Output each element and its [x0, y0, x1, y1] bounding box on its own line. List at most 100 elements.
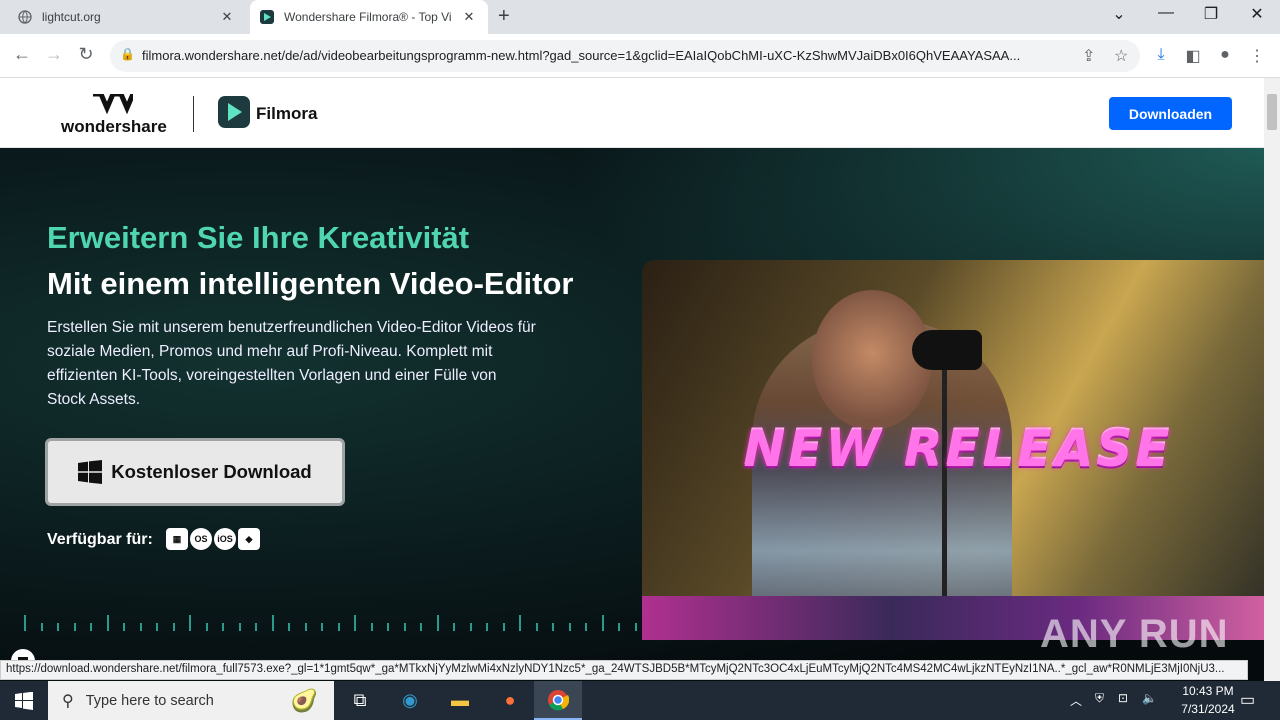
search-icon: ⚲ [62, 692, 74, 710]
equalizer-bar [106, 615, 109, 631]
security-icon[interactable]: ⛨ [1095, 691, 1104, 706]
menu-kebab-icon[interactable]: ⋮ [1246, 46, 1268, 66]
browser-tab-strip: lightcut.org ✕ Wondershare Filmora® - To… [0, 0, 1280, 34]
equalizer-bar [189, 615, 191, 631]
equalizer-bar [469, 623, 472, 631]
filmora-favicon-icon [260, 10, 274, 24]
equalizer-bar [387, 623, 389, 631]
equalizer-bar [502, 623, 505, 631]
windows-icon [78, 460, 103, 484]
back-button[interactable]: ← [10, 44, 34, 65]
network-icon[interactable]: ⊡ [1118, 691, 1128, 705]
notification-icon[interactable]: ▭ [1240, 690, 1255, 710]
equalizer-bar [634, 623, 637, 631]
anyrun-watermark: ANY RUN [1040, 612, 1229, 656]
equalizer-bar [337, 623, 340, 631]
microphone [912, 330, 982, 370]
chrome-icon[interactable] [534, 681, 582, 720]
hero-section: Erweitern Sie Ihre Kreativität Mit einem… [0, 148, 1264, 681]
ios-icon: iOS [214, 528, 236, 550]
downloads-icon[interactable]: ⤓ [1150, 46, 1172, 64]
minimize-button[interactable]: — [1151, 4, 1181, 22]
address-bar[interactable]: 🔒 filmora.wondershare.net/de/ad/videobea… [110, 40, 1140, 72]
audio-equalizer-decoration [0, 611, 640, 631]
download-button-label: Kostenloser Download [111, 461, 312, 482]
equalizer-bar [288, 623, 290, 631]
side-panel-icon[interactable]: ◧ [1182, 46, 1204, 66]
equalizer-bar [552, 623, 554, 631]
tab-search-icon[interactable]: ⌄ [1104, 4, 1134, 24]
page-scrollbar[interactable] [1264, 78, 1280, 681]
start-button[interactable] [0, 681, 48, 720]
close-window-button[interactable]: ✕ [1242, 4, 1272, 24]
status-bar-url: https://download.wondershare.net/filmora… [0, 660, 1248, 680]
task-view-icon[interactable]: ⧉ [336, 681, 384, 720]
new-tab-button[interactable]: + [498, 5, 510, 28]
reload-button[interactable]: ↻ [74, 44, 98, 65]
equalizer-bar [304, 623, 307, 631]
browser-toolbar: ← → ↻ 🔒 filmora.wondershare.net/de/ad/vi… [0, 34, 1280, 78]
android-icon: ◆ [238, 528, 260, 550]
equalizer-bar [585, 623, 587, 631]
equalizer-bar [271, 615, 274, 631]
equalizer-bar [73, 623, 76, 631]
close-tab-icon[interactable]: ✕ [460, 9, 478, 25]
hero-title-accent: Erweitern Sie Ihre Kreativität [47, 220, 470, 255]
equalizer-bar [601, 615, 604, 631]
site-header: wondershare Filmora Downloaden [0, 78, 1264, 148]
equalizer-bar [486, 623, 488, 631]
windows-logo-icon [15, 691, 33, 710]
free-download-button[interactable]: Kostenloser Download [45, 438, 345, 506]
search-placeholder: Type here to search [85, 692, 214, 709]
wondershare-logo-icon[interactable] [93, 94, 133, 114]
forward-button[interactable]: → [42, 44, 66, 65]
tab-title: Wondershare Filmora® - Top Vi [284, 10, 452, 24]
equalizer-bar [172, 623, 175, 631]
bookmark-star-icon[interactable]: ☆ [1114, 46, 1128, 66]
web-page: wondershare Filmora Downloaden Erweitern… [0, 78, 1264, 681]
avocado-search-highlight-icon: 🥑 [290, 687, 318, 713]
macos-icon: OS [190, 528, 212, 550]
clock-date[interactable]: 7/31/2024 [1168, 702, 1248, 716]
equalizer-bar [40, 623, 43, 631]
tab-filmora[interactable]: Wondershare Filmora® - Top Vi ✕ [250, 0, 488, 34]
available-label: Verfügbar für: [47, 531, 153, 548]
restore-button[interactable]: ❐ [1196, 4, 1226, 24]
tab-lightcut[interactable]: lightcut.org ✕ [8, 0, 246, 34]
edge-icon[interactable]: ◉ [386, 681, 434, 720]
lock-icon[interactable]: 🔒 [120, 47, 135, 61]
equalizer-bar [370, 623, 373, 631]
equalizer-bar [156, 623, 158, 631]
equalizer-bar [90, 623, 92, 631]
close-tab-icon[interactable]: ✕ [218, 9, 236, 25]
promo-video[interactable]: NEW RELEASE [642, 260, 1264, 640]
header-download-button[interactable]: Downloaden [1109, 97, 1232, 130]
clock-time[interactable]: 10:43 PM [1168, 684, 1248, 698]
profile-avatar-icon[interactable]: ● [1214, 46, 1236, 64]
taskbar-search-box[interactable]: ⚲ Type here to search 🥑 [48, 681, 334, 720]
equalizer-bar [139, 623, 142, 631]
filmora-logo-icon[interactable] [218, 96, 250, 128]
equalizer-bar [238, 623, 241, 631]
hero-title: Mit einem intelligenten Video-Editor [47, 266, 574, 301]
logo-divider [193, 96, 194, 132]
equalizer-bar [568, 623, 571, 631]
wondershare-wordmark: wondershare [61, 117, 167, 136]
scrollbar-thumb[interactable] [1267, 94, 1277, 130]
equalizer-bar [255, 623, 257, 631]
tab-title: lightcut.org [42, 10, 101, 24]
filmora-wordmark: Filmora [256, 104, 318, 123]
equalizer-bar [535, 623, 538, 631]
globe-icon [18, 10, 32, 24]
new-release-overlay: NEW RELEASE [743, 420, 1173, 478]
equalizer-bar [403, 623, 406, 631]
firefox-icon[interactable]: ● [486, 681, 534, 720]
windows-icon: ▦ [166, 528, 188, 550]
share-icon[interactable]: ⇪ [1082, 46, 1095, 66]
equalizer-bar [24, 615, 26, 631]
equalizer-bar [519, 615, 521, 631]
chevron-up-icon[interactable]: ︿ [1070, 692, 1082, 709]
file-explorer-icon[interactable]: ▬ [436, 681, 484, 720]
volume-icon[interactable]: 🔈 [1142, 691, 1157, 705]
equalizer-bar [618, 623, 620, 631]
